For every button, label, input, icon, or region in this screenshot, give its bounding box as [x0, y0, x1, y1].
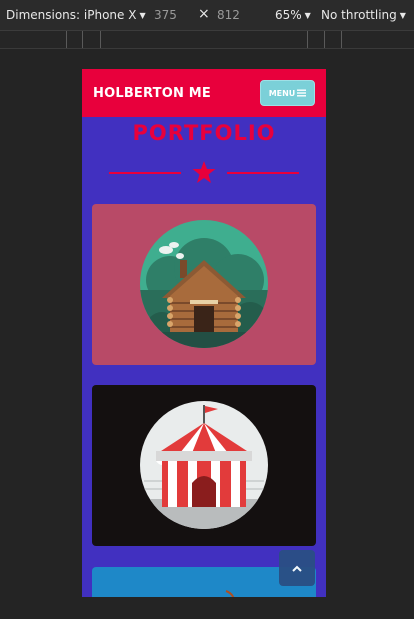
devtools-toolbar: Dimensions: iPhone X ▼ 375 × 812 65% ▼ No …: [0, 0, 414, 31]
ruler-tick: [307, 31, 308, 48]
navbar: HOLBERTON ME MENU: [82, 69, 326, 117]
height-input[interactable]: 812: [217, 8, 240, 22]
ruler-tick: [341, 31, 342, 48]
dropdown-caret-icon: ▼: [399, 11, 406, 20]
menu-button[interactable]: MENU: [260, 80, 315, 106]
cake-icon: [225, 590, 235, 597]
width-input[interactable]: 375: [154, 8, 177, 22]
throttling-dropdown[interactable]: No throttling ▼: [321, 8, 406, 22]
ruler-tick: [324, 31, 325, 48]
ruler-tick: [82, 31, 83, 48]
device-viewport: HOLBERTON ME MENU PORTFOLIO: [82, 69, 326, 597]
ruler-tick: [66, 31, 67, 48]
portfolio-item-cabin[interactable]: [92, 204, 316, 365]
divider-line-right: [227, 172, 299, 174]
zoom-label: 65%: [275, 8, 302, 22]
dimensions-label: Dimensions: iPhone X: [6, 8, 137, 22]
throttling-label: No throttling: [321, 8, 397, 22]
menu-label: MENU: [268, 88, 296, 98]
dropdown-caret-icon: ▼: [304, 11, 311, 20]
scroll-to-top-button[interactable]: [279, 550, 315, 586]
dropdown-caret-icon: ▼: [139, 11, 146, 20]
dimensions-dropdown[interactable]: Dimensions: iPhone X ▼: [6, 8, 146, 22]
section-title: PORTFOLIO: [132, 121, 276, 145]
times-icon: ×: [198, 6, 210, 22]
log-cabin-icon: [140, 220, 268, 348]
zoom-dropdown[interactable]: 65% ▼: [275, 8, 311, 22]
ruler-tick: [100, 31, 101, 48]
star-icon: [192, 161, 216, 183]
hamburger-icon: [297, 89, 307, 97]
circus-tent-icon: [140, 401, 268, 529]
divider-line-left: [109, 172, 181, 174]
portfolio-item-circus[interactable]: [92, 385, 316, 546]
media-query-ruler: [0, 31, 414, 49]
brand-logo[interactable]: HOLBERTON ME: [93, 86, 211, 101]
chevron-up-icon: [292, 565, 302, 572]
